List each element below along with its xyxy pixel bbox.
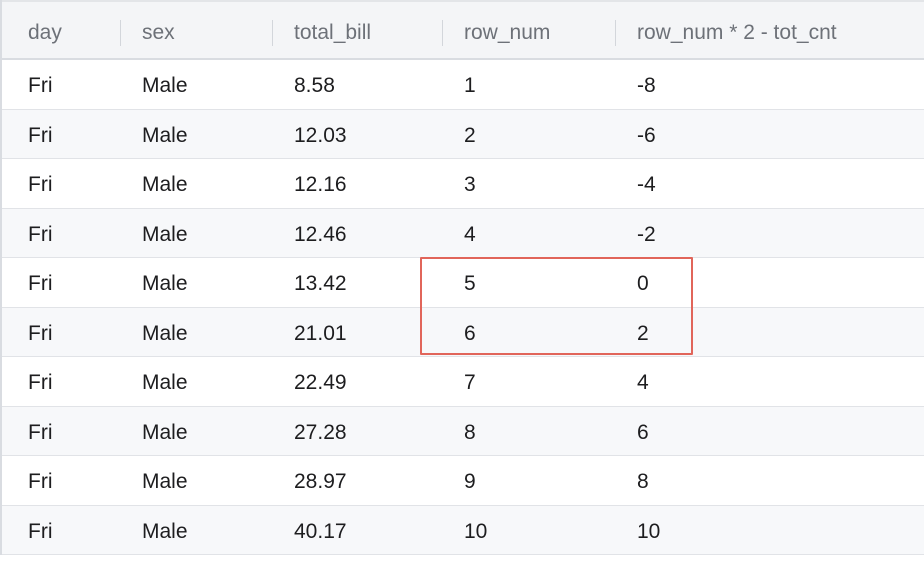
cell-row-num-calc: 8	[637, 470, 649, 493]
cell-total-bill: 22.49	[294, 371, 347, 394]
cell-row-num: 5	[464, 272, 476, 295]
cell-sex: Male	[142, 420, 188, 444]
cell-row-num: 7	[464, 371, 476, 394]
cell-row-num: 2	[464, 123, 476, 147]
cell-sex: Male	[142, 173, 188, 196]
cell-day: Fri	[28, 74, 53, 97]
cell-day: Fri	[28, 222, 53, 246]
cell-row-num-calc: -4	[637, 173, 656, 196]
table-row[interactable]: Fri Male 28.97 9 8	[2, 456, 924, 506]
column-header-total-bill[interactable]: total_bill	[294, 2, 371, 60]
cell-sex: Male	[142, 470, 188, 493]
cell-total-bill: 40.17	[294, 519, 347, 543]
cell-day: Fri	[28, 123, 53, 147]
cell-sex: Male	[142, 74, 188, 97]
table-row[interactable]: Fri Male 12.16 3 -4	[2, 159, 924, 209]
cell-row-num-calc: -2	[637, 222, 656, 246]
cell-total-bill: 27.28	[294, 420, 347, 444]
cell-total-bill: 12.16	[294, 173, 347, 196]
cell-row-num-calc: 0	[637, 272, 649, 295]
table-row[interactable]: Fri Male 12.03 2 -6	[2, 109, 924, 159]
column-header-day[interactable]: day	[28, 2, 62, 60]
cell-row-num: 10	[464, 519, 488, 543]
cell-sex: Male	[142, 272, 188, 295]
column-header-sex[interactable]: sex	[142, 2, 175, 60]
data-grid: day sex total_bill row_num row_num * 2 -…	[0, 0, 924, 555]
cell-total-bill: 12.46	[294, 222, 347, 246]
cell-total-bill: 8.58	[294, 74, 335, 97]
cell-row-num: 9	[464, 470, 476, 493]
cell-row-num-calc: 4	[637, 371, 649, 394]
cell-row-num: 3	[464, 173, 476, 196]
column-resize-handle[interactable]	[615, 20, 616, 46]
cell-day: Fri	[28, 470, 53, 493]
cell-total-bill: 28.97	[294, 470, 347, 493]
cell-row-num: 4	[464, 222, 476, 246]
column-resize-handle[interactable]	[272, 20, 273, 46]
cell-day: Fri	[28, 173, 53, 196]
cell-row-num: 1	[464, 74, 476, 97]
table-row[interactable]: Fri Male 21.01 6 2	[2, 307, 924, 357]
cell-row-num-calc: 10	[637, 519, 661, 543]
cell-day: Fri	[28, 321, 53, 345]
table-row[interactable]: Fri Male 22.49 7 4	[2, 357, 924, 407]
cell-row-num: 8	[464, 420, 476, 444]
cell-row-num-calc: 6	[637, 420, 649, 444]
cell-total-bill: 13.42	[294, 272, 347, 295]
cell-sex: Male	[142, 222, 188, 246]
cell-day: Fri	[28, 420, 53, 444]
cell-row-num: 6	[464, 321, 476, 345]
column-header-row-num-calc[interactable]: row_num * 2 - tot_cnt	[637, 2, 837, 60]
table-row[interactable]: Fri Male 40.17 10 10	[2, 505, 924, 555]
table-row[interactable]: Fri Male 27.28 8 6	[2, 406, 924, 456]
column-header-row-num[interactable]: row_num	[464, 2, 550, 60]
cell-total-bill: 21.01	[294, 321, 347, 345]
table-row[interactable]: Fri Male 12.46 4 -2	[2, 208, 924, 258]
cell-sex: Male	[142, 371, 188, 394]
column-header-row: day sex total_bill row_num row_num * 2 -…	[2, 0, 924, 60]
cell-sex: Male	[142, 519, 188, 543]
column-resize-handle[interactable]	[442, 20, 443, 46]
cell-row-num-calc: -8	[637, 74, 656, 97]
cell-day: Fri	[28, 371, 53, 394]
table-row[interactable]: Fri Male 13.42 5 0	[2, 258, 924, 308]
cell-total-bill: 12.03	[294, 123, 347, 147]
cell-day: Fri	[28, 272, 53, 295]
cell-row-num-calc: -6	[637, 123, 656, 147]
cell-row-num-calc: 2	[637, 321, 649, 345]
table-row[interactable]: Fri Male 8.58 1 -8	[2, 60, 924, 110]
cell-sex: Male	[142, 123, 188, 147]
cell-day: Fri	[28, 519, 53, 543]
cell-sex: Male	[142, 321, 188, 345]
column-resize-handle[interactable]	[120, 20, 121, 46]
